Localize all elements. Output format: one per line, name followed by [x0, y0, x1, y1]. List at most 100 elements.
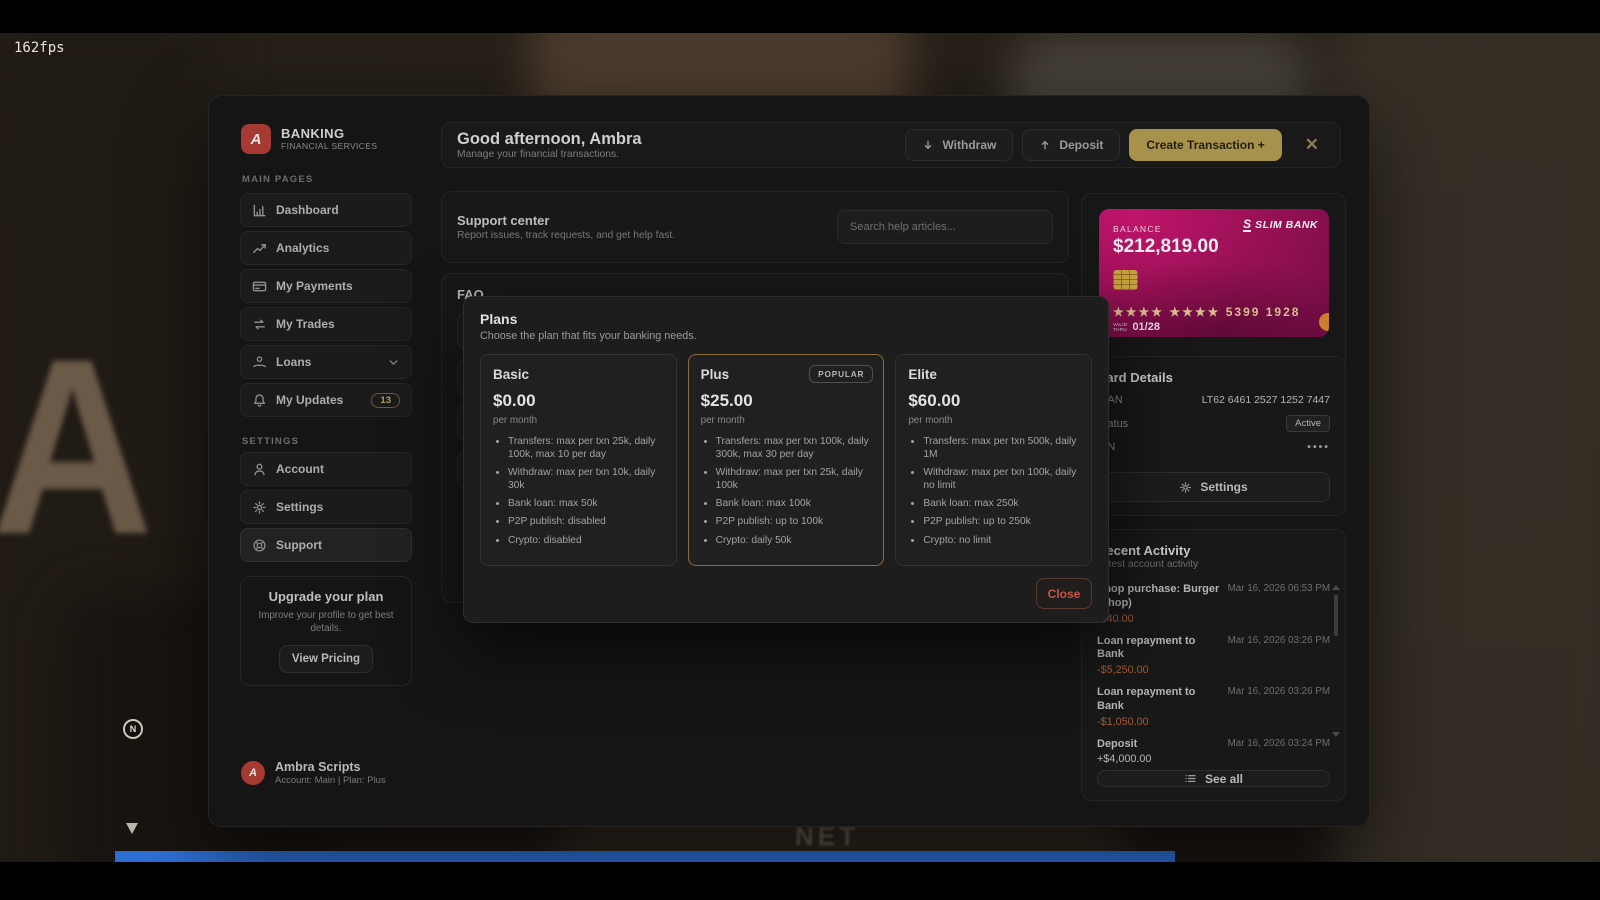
activity-date: Mar 16, 2026 03:26 PM — [1228, 635, 1330, 663]
activity-row[interactable]: Shop purchase: Burger (Shop) Mar 16, 202… — [1097, 578, 1330, 630]
plan-feature: P2P publish: up to 250k — [923, 516, 1079, 529]
background-letter-a: A — [0, 303, 154, 590]
game-cursor — [126, 823, 138, 834]
card-settings-label: Settings — [1200, 480, 1247, 494]
activity-label: Deposit — [1097, 738, 1220, 752]
letterbox-bottom — [0, 862, 1600, 900]
plan-period: per month — [493, 415, 664, 426]
sidebar-item-label: Support — [276, 538, 322, 552]
user-footer: A Ambra Scripts Account: Main | Plan: Pl… — [241, 760, 386, 786]
sidebar-item-label: My Updates — [276, 393, 343, 407]
deposit-label: Deposit — [1059, 138, 1103, 152]
scroll-down-icon[interactable] — [1332, 732, 1340, 737]
withdraw-label: Withdraw — [942, 138, 996, 152]
recent-activity-panel: Recent Activity Latest account activity … — [1081, 529, 1346, 801]
activity-amount: +$4,000.00 — [1097, 753, 1330, 765]
plan-card-plus[interactable]: Plus POPULAR $25.00 per month Transfers:… — [688, 354, 885, 566]
create-transaction-button[interactable]: Create Transaction + — [1129, 129, 1281, 161]
activity-row[interactable]: Deposit Mar 16, 2026 03:24 PM +$4,000.00 — [1097, 733, 1330, 771]
activity-amount: -$1,050.00 — [1097, 716, 1330, 728]
sidebar-item-label: Settings — [276, 500, 323, 514]
plans-modal: Plans Choose the plan that fits your ban… — [463, 296, 1109, 623]
search-help-input[interactable] — [837, 210, 1053, 244]
plan-feature: Transfers: max per txn 25k, daily 100k, … — [508, 436, 664, 462]
chevron-down-icon — [387, 356, 400, 369]
card-settings-button[interactable]: Settings — [1097, 472, 1330, 502]
plan-feature-list: Transfers: max per txn 25k, daily 100k, … — [493, 436, 664, 547]
activity-label: Loan repayment to Bank — [1097, 686, 1220, 714]
bank-brand: S SLIM BANK — [1243, 218, 1318, 232]
card-number: ★★★★ ★★★★ 5399 1928 — [1113, 305, 1300, 319]
create-transaction-label: Create Transaction + — [1146, 138, 1264, 152]
activity-row[interactable]: Loan repayment to Bank Mar 16, 2026 03:2… — [1097, 681, 1330, 733]
withdraw-button[interactable]: Withdraw — [905, 129, 1013, 161]
sidebar-item-label: Dashboard — [276, 203, 339, 217]
detail-row-iban: IBAN LT62 6461 2527 1252 7447 — [1097, 394, 1330, 406]
scrollbar-thumb[interactable] — [1334, 594, 1338, 636]
sidebar-item-settings[interactable]: Settings — [240, 490, 412, 524]
slim-bank-logo-icon: S — [1243, 218, 1251, 232]
support-title: Support center — [457, 213, 675, 230]
sidebar-item-my-updates[interactable]: My Updates 13 — [240, 383, 412, 417]
sidebar-item-dashboard[interactable]: Dashboard — [240, 193, 412, 227]
plan-price: $0.00 — [493, 391, 664, 411]
sidebar-item-analytics[interactable]: Analytics — [240, 231, 412, 265]
modal-title: Plans — [480, 311, 1092, 327]
trade-arrows-icon — [252, 317, 267, 332]
plan-card-elite[interactable]: Elite $60.00 per month Transfers: max pe… — [895, 354, 1092, 566]
plan-feature: P2P publish: disabled — [508, 516, 664, 529]
upgrade-plan-card: Upgrade your plan Improve your profile t… — [240, 576, 412, 686]
activity-title: Recent Activity — [1097, 543, 1330, 558]
plan-feature-list: Transfers: max per txn 100k, daily 300k,… — [701, 436, 872, 547]
gear-icon — [1179, 481, 1192, 494]
balance-value: $212,819.00 — [1113, 236, 1219, 258]
close-app-icon[interactable]: ✕ — [1299, 133, 1325, 157]
view-pricing-button[interactable]: View Pricing — [279, 645, 373, 673]
sidebar-item-my-trades[interactable]: My Trades — [240, 307, 412, 341]
plan-feature: Crypto: daily 50k — [716, 535, 872, 548]
activity-row[interactable]: Loan repayment to Bank Mar 16, 2026 03:2… — [1097, 630, 1330, 682]
plan-name: Basic — [493, 367, 664, 382]
modal-close-button[interactable]: Close — [1036, 578, 1092, 609]
plan-feature: Withdraw: max per txn 100k, daily no lim… — [923, 467, 1079, 493]
app-brand: A BANKING FINANCIAL SERVICES — [241, 124, 377, 154]
sidebar-item-support[interactable]: Support — [240, 528, 412, 562]
settings-label: SETTINGS — [242, 436, 299, 447]
avatar: A — [241, 761, 265, 785]
letterbox-top — [0, 0, 1600, 33]
header-bar: Good afternoon, Ambra Manage your financ… — [441, 122, 1341, 168]
plan-feature: Withdraw: max per txn 25k, daily 100k — [716, 467, 872, 493]
credit-card-icon — [252, 279, 267, 294]
sidebar-item-label: My Trades — [276, 317, 335, 331]
brand-tagline: FINANCIAL SERVICES — [281, 141, 377, 151]
upgrade-title: Upgrade your plan — [255, 589, 397, 604]
plan-feature: Crypto: disabled — [508, 535, 664, 548]
sidebar-item-account[interactable]: Account — [240, 452, 412, 486]
activity-amount: -$5,250.00 — [1097, 664, 1330, 676]
balance-label: BALANCE — [1113, 224, 1162, 234]
page-subtitle: Manage your financial transactions. — [457, 149, 642, 160]
sidebar-item-my-payments[interactable]: My Payments — [240, 269, 412, 303]
plan-feature: Transfers: max per txn 100k, daily 300k,… — [716, 436, 872, 462]
bar-chart-icon — [252, 203, 267, 218]
scroll-up-icon[interactable] — [1332, 585, 1340, 590]
detail-row-pin: PIN •••• — [1097, 441, 1330, 453]
card-details-panel: Card Details IBAN LT62 6461 2527 1252 74… — [1081, 356, 1346, 516]
bank-card: S SLIM BANK BALANCE $212,819.00 ★★★★ ★★★… — [1099, 209, 1329, 337]
support-subtitle: Report issues, track requests, and get h… — [457, 230, 675, 241]
thru-label: THRU — [1113, 327, 1127, 332]
plan-feature: Crypto: no limit — [923, 535, 1079, 548]
detail-row-status: Status Active — [1097, 415, 1330, 432]
deposit-button[interactable]: Deposit — [1022, 129, 1120, 161]
plan-feature: Bank loan: max 250k — [923, 498, 1079, 511]
iban-value: LT62 6461 2527 1252 7447 — [1202, 394, 1330, 406]
list-icon — [1184, 772, 1197, 785]
sidebar-item-loans[interactable]: Loans — [240, 345, 412, 379]
activity-scrollbar[interactable] — [1332, 585, 1340, 745]
plan-price: $25.00 — [701, 391, 872, 411]
screen: A NET 162fps N A BANKING FINANCIAL SERVI… — [0, 0, 1600, 900]
see-all-button[interactable]: See all — [1097, 770, 1330, 787]
hand-coin-icon — [252, 355, 267, 370]
status-badge: Active — [1286, 415, 1330, 432]
plan-card-basic[interactable]: Basic $0.00 per month Transfers: max per… — [480, 354, 677, 566]
